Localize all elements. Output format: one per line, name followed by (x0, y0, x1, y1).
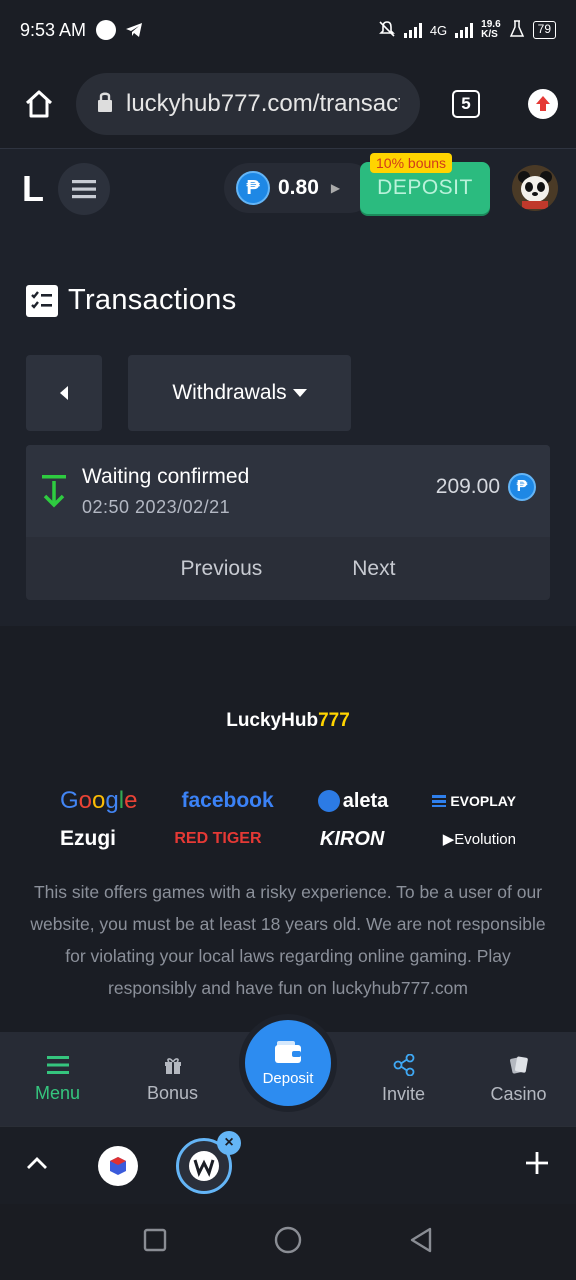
caleta-logo: aleta (317, 790, 388, 813)
telegram-icon (124, 20, 144, 40)
site-header: L ₱ 0.80 ▶ 10% bouns DEPOSIT (0, 148, 576, 228)
arrow-up-icon (536, 96, 550, 111)
red-tiger-logo: RED TIGER (174, 830, 262, 847)
system-navigation-bar (0, 1204, 576, 1280)
home-button[interactable] (18, 83, 60, 125)
caret-down-icon (292, 389, 307, 397)
evolution-logo: ▶Evolution (442, 831, 516, 848)
transaction-status: Waiting confirmed (82, 464, 250, 488)
status-bar: 9:53 AM 4G 19.6 K/S 79 (0, 0, 576, 60)
back-button[interactable] (26, 355, 102, 431)
new-tab-icon[interactable] (524, 1150, 550, 1181)
menu-icon (46, 1055, 69, 1074)
peso-coin-icon: ₱ (508, 473, 536, 501)
w-logo-icon (189, 1150, 219, 1181)
signal-icon (403, 22, 422, 38)
caret-left-icon (60, 386, 68, 400)
avatar[interactable] (512, 165, 558, 211)
chevron-up-icon[interactable] (26, 1156, 48, 1175)
partner-logos: Google facebook aleta EVOPLAY Ezugi RED … (60, 782, 516, 858)
tab-thumbnail[interactable] (98, 1145, 138, 1186)
network-type: 4G (429, 22, 448, 38)
browser-bottom-bar: × (0, 1126, 576, 1204)
facebook-logo: facebook (181, 789, 274, 812)
evoplay-bars-icon (432, 795, 447, 807)
messenger-icon (96, 20, 117, 40)
balance-display[interactable]: ₱ 0.80 ▶ (224, 163, 374, 213)
lock-icon (96, 90, 114, 119)
tab-switcher-button[interactable]: 5 (452, 90, 480, 118)
home-icon (25, 90, 53, 118)
hamburger-icon (72, 179, 96, 198)
recents-icon[interactable] (143, 1228, 167, 1257)
site-logo[interactable]: L (22, 168, 44, 210)
active-tab-thumbnail[interactable]: × (176, 1130, 241, 1194)
url-text: luckyhub777.com/transactions (126, 90, 400, 117)
caret-right-icon: ▶ (330, 181, 341, 195)
update-button[interactable] (528, 89, 558, 119)
browser-toolbar: luckyhub777.com/transactions 5 (0, 60, 576, 148)
nav-invite[interactable]: Invite (346, 1032, 461, 1126)
back-triangle-icon[interactable] (409, 1227, 433, 1258)
panda-avatar-icon (512, 165, 558, 211)
page-title: Transactions (26, 284, 237, 317)
footer-brand: LuckyHub777 (226, 710, 350, 731)
battery-indicator: 79 (532, 21, 556, 39)
evoplay-logo: EVOPLAY (432, 793, 516, 809)
cards-icon (509, 1056, 528, 1073)
bonus-tag: 10% bouns (370, 153, 453, 173)
previous-page-button[interactable]: Previous (181, 557, 263, 581)
cube-icon (110, 1156, 126, 1175)
withdraw-arrow-icon (42, 475, 66, 508)
share-icon (393, 1053, 414, 1076)
hamburger-menu-button[interactable] (58, 162, 110, 215)
page-title-text: Transactions (68, 284, 237, 316)
balance-value: 0.80 (278, 176, 319, 199)
nav-menu[interactable]: Menu (0, 1032, 115, 1126)
kiron-logo: KIRON (319, 827, 385, 850)
site-footer: LuckyHub777 Google facebook aleta EVOPLA… (0, 626, 576, 1032)
signal-icon-2 (455, 22, 474, 38)
pagination: Previous Next (26, 537, 550, 600)
transaction-amount: 209.00 ₱ (436, 473, 536, 501)
status-time: 9:53 AM (20, 19, 87, 40)
net-speed: 19.6 K/S (481, 19, 501, 40)
wallet-icon (275, 1040, 301, 1063)
dropdown-label: Withdrawals (172, 381, 287, 404)
caleta-badge-icon (317, 790, 340, 812)
nav-bonus[interactable]: Bonus (115, 1032, 230, 1126)
peso-coin-icon: ₱ (236, 171, 270, 205)
ezugi-logo: Ezugi (60, 827, 116, 850)
checklist-icon (26, 284, 58, 317)
transaction-date: 02:50 2023/02/21 (82, 496, 231, 517)
address-bar[interactable]: luckyhub777.com/transactions (76, 73, 420, 135)
transactions-list: Waiting confirmed 02:50 2023/02/21 209.0… (26, 445, 550, 600)
transaction-row[interactable]: Waiting confirmed 02:50 2023/02/21 209.0… (26, 445, 550, 537)
mute-icon (378, 20, 396, 41)
close-tab-icon[interactable]: × (217, 1130, 241, 1155)
transaction-type-dropdown[interactable]: Withdrawals (128, 355, 351, 431)
nav-casino[interactable]: Casino (461, 1032, 576, 1126)
home-circle-icon[interactable] (274, 1226, 302, 1259)
deposit-fab-button[interactable]: Deposit (239, 1014, 337, 1112)
next-page-button[interactable]: Next (352, 557, 395, 581)
google-logo: Google (60, 787, 138, 814)
gift-icon (164, 1057, 181, 1074)
flask-icon (509, 19, 525, 41)
footer-disclaimer: This site offers games with a risky expe… (30, 882, 546, 998)
